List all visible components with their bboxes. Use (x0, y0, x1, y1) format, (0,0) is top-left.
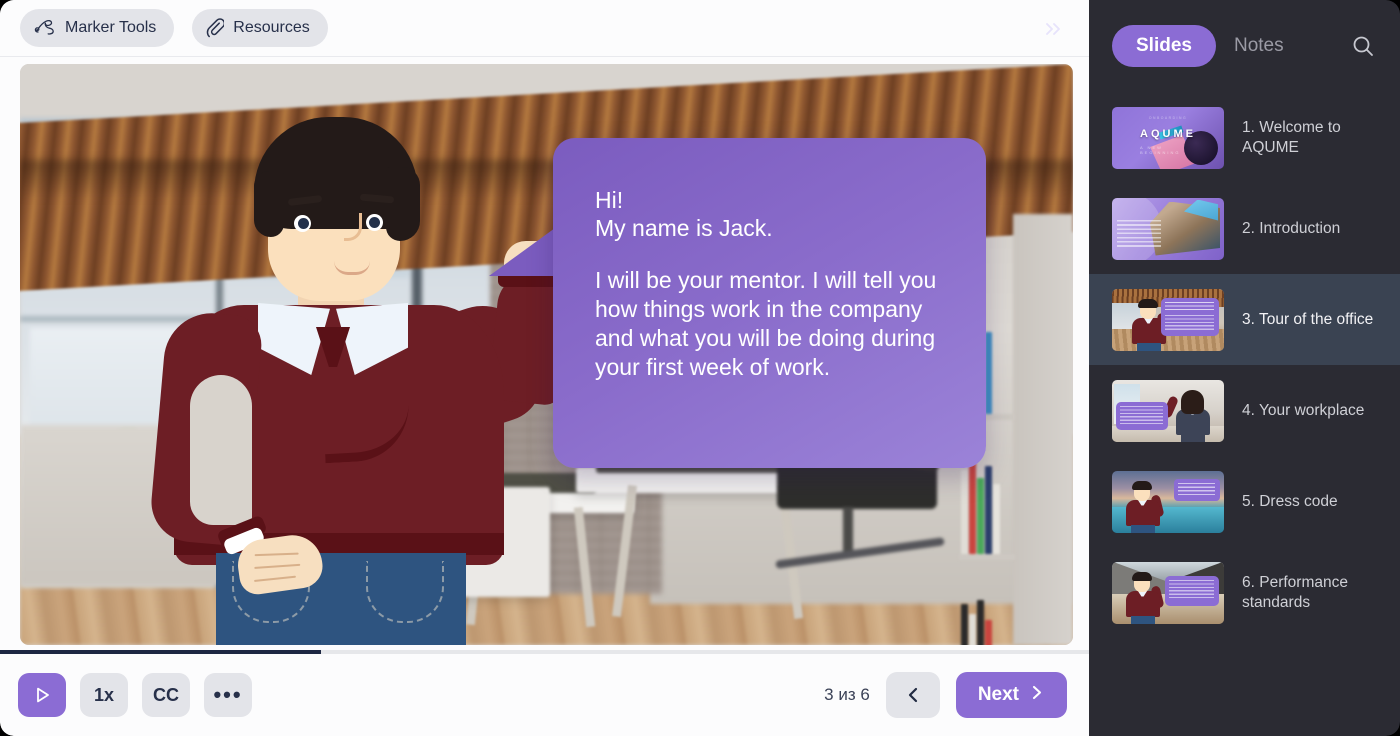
playback-speed-button[interactable]: 1x (80, 673, 128, 717)
slide-list-item-2[interactable]: 2. Introduction (1089, 183, 1400, 274)
slide-thumbnail-2 (1112, 197, 1224, 260)
slide-list-item-3[interactable]: 3. Tour of the office (1089, 274, 1400, 365)
marker-tools-icon (34, 19, 56, 37)
page-counter: 3 из 6 (824, 685, 870, 704)
tab-slides[interactable]: Slides (1112, 25, 1216, 67)
chevron-right-icon (1030, 684, 1045, 707)
thumb-character (1122, 480, 1168, 533)
app-window: Marker Tools Resources Hi! My name is Ja… (0, 0, 1400, 736)
mentor-character-jack (138, 75, 608, 645)
thumb-character (1161, 389, 1216, 442)
more-options-button[interactable]: ••• (204, 673, 252, 717)
top-toolbar: Marker Tools Resources (0, 0, 1089, 57)
slide-thumbnail-6 (1112, 561, 1224, 624)
paperclip-icon (206, 18, 225, 38)
navigation-group: 3 из 6 Next (824, 672, 1067, 718)
course-player-pane: Marker Tools Resources Hi! My name is Ja… (0, 0, 1089, 736)
slide-list-item-label: 5. Dress code (1242, 492, 1338, 510)
search-icon[interactable] (1348, 31, 1378, 61)
resources-label: Resources (233, 19, 310, 36)
captions-button[interactable]: CC (142, 673, 190, 717)
play-button[interactable] (18, 673, 66, 717)
slide-list-item-4[interactable]: 4. Your workplace (1089, 365, 1400, 456)
slide-list-item-label: 6. Performance standards (1242, 573, 1348, 611)
thumb-logo: AQUME (1140, 127, 1196, 140)
double-chevron-right-icon[interactable] (1041, 16, 1067, 42)
shelf-panel (1013, 214, 1073, 645)
thumb-sub-text: A NEW BEGINNING (1140, 144, 1181, 155)
character-pupil-right (369, 217, 380, 228)
slide-list-item-6[interactable]: 6. Performance standards (1089, 547, 1400, 638)
character-pupil-left (298, 218, 309, 229)
speech-bubble-body: I will be your mentor. I will tell you h… (595, 267, 937, 380)
slide-list-item-label: 3. Tour of the office (1242, 310, 1374, 328)
character-left-arm-gap (190, 375, 252, 525)
slide-canvas: Hi! My name is Jack. I will be your ment… (20, 64, 1073, 645)
slide-thumbnail-3 (1112, 288, 1224, 351)
speech-bubble-tail (489, 228, 555, 276)
character-hair-right (386, 167, 420, 241)
next-label: Next (977, 684, 1019, 705)
slide-thumbnail-4 (1112, 379, 1224, 442)
sidebar-header: Slides Notes (1089, 0, 1400, 92)
resources-button[interactable]: Resources (192, 9, 328, 47)
slide-list-item-label: 1. Welcome to AQUME (1242, 118, 1341, 156)
slide-list-item-label: 4. Your workplace (1242, 401, 1365, 419)
speech-bubble: Hi! My name is Jack. I will be your ment… (553, 138, 986, 468)
thumb-character (1122, 571, 1168, 624)
slides-sidebar: Slides Notes ONBOARDING AQUME A NEW BEGI… (1089, 0, 1400, 736)
previous-slide-button[interactable] (885, 672, 940, 718)
next-slide-button[interactable]: Next (955, 672, 1067, 718)
slide-thumbnail-5 (1112, 470, 1224, 533)
marker-tools-label: Marker Tools (65, 19, 157, 36)
marker-tools-button[interactable]: Marker Tools (20, 9, 175, 47)
character-hair-left (254, 171, 284, 237)
slide-list[interactable]: ONBOARDING AQUME A NEW BEGINNING 1. Welc… (1089, 92, 1400, 736)
speech-bubble-greeting: Hi! My name is Jack. (595, 187, 773, 241)
slide-list-item-label: 2. Introduction (1242, 219, 1341, 237)
slide-list-item-1[interactable]: ONBOARDING AQUME A NEW BEGINNING 1. Welc… (1089, 92, 1400, 183)
slide-thumbnail-1: ONBOARDING AQUME A NEW BEGINNING (1112, 106, 1224, 169)
slide-list-item-5[interactable]: 5. Dress code (1089, 456, 1400, 547)
tab-notes[interactable]: Notes (1234, 35, 1284, 57)
office-chair (763, 379, 953, 635)
player-control-bar: 1x CC ••• 3 из 6 Next (0, 654, 1089, 736)
thumb-tiny-text: ONBOARDING (1148, 116, 1188, 121)
